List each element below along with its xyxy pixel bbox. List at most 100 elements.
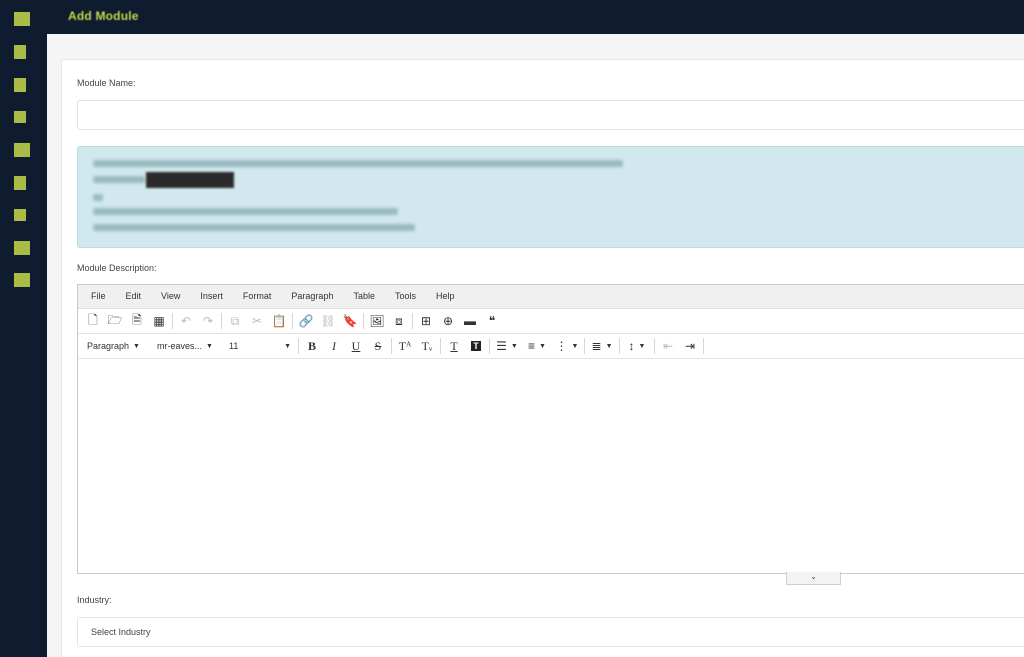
toolbar-divider: [412, 313, 413, 329]
redacted-text-line: [93, 176, 145, 183]
redacted-text-line: [93, 208, 398, 215]
top-bar: Add Module: [47, 0, 1024, 34]
align-icon[interactable]: ≣ ▼: [587, 336, 617, 356]
toolbar-divider: [619, 338, 620, 354]
module-description-label: Module Description:: [77, 263, 157, 273]
editor-toolbar-1: 🗋 🗁 🗎 ▦ ↶ ↷ ⧉ ✂ 📋 🔗 ⛓ 🔖 🖼 ⧈ ⊞ ⊕ ▬ ❝: [78, 309, 1024, 334]
left-sidebar: [0, 0, 47, 657]
background-color-icon[interactable]: T: [465, 336, 487, 356]
blockquote-icon[interactable]: ❝: [481, 311, 503, 331]
menu-insert[interactable]: Insert: [190, 285, 233, 308]
editor-menubar: File Edit View Insert Format Paragraph T…: [78, 285, 1024, 309]
industry-select[interactable]: Select Industry: [77, 617, 1024, 647]
menu-help[interactable]: Help: [426, 285, 465, 308]
chevron-down-icon: ▼: [133, 342, 140, 350]
bold-icon[interactable]: B: [301, 336, 323, 356]
main-content: Module Name: Module Description: File Ed…: [47, 34, 1024, 657]
toolbar-divider: [654, 338, 655, 354]
redacted-text-line: [93, 160, 623, 167]
text-color-icon[interactable]: T: [443, 336, 465, 356]
redo-icon[interactable]: ↷: [197, 311, 219, 331]
copy-icon[interactable]: ⧉: [224, 311, 246, 331]
form-card: Module Name: Module Description: File Ed…: [61, 59, 1024, 657]
font-size-select[interactable]: 11 ▼: [224, 336, 296, 356]
insert-box-icon[interactable]: ⊕: [437, 311, 459, 331]
users-icon[interactable]: [14, 209, 26, 221]
dashboard-icon[interactable]: [14, 12, 30, 26]
document-icon[interactable]: [14, 78, 26, 92]
outdent-icon[interactable]: ⇤: [657, 336, 679, 356]
underline-icon[interactable]: U: [345, 336, 367, 356]
editor-resize-handle[interactable]: ⌄: [786, 572, 841, 585]
table-icon[interactable]: ⊞: [415, 311, 437, 331]
template-icon[interactable]: ▦: [148, 311, 170, 331]
toolbar-divider: [292, 313, 293, 329]
industry-select-value: Select Industry: [91, 627, 151, 637]
menu-tools[interactable]: Tools: [385, 285, 426, 308]
undo-icon[interactable]: ↶: [175, 311, 197, 331]
cut-icon[interactable]: ✂: [246, 311, 268, 331]
chevron-down-icon: ▼: [605, 342, 613, 350]
redacted-block: [146, 172, 234, 188]
chart-icon[interactable]: [14, 111, 26, 123]
bookmark-icon[interactable]: 🔖: [339, 311, 361, 331]
download-icon[interactable]: [14, 176, 26, 190]
link-icon[interactable]: 🔗: [295, 311, 317, 331]
image-icon[interactable]: 🖼: [366, 311, 388, 331]
open-folder-icon[interactable]: 🗁: [104, 311, 126, 331]
editor-content-area[interactable]: [78, 358, 1024, 573]
unlink-icon[interactable]: ⛓: [317, 311, 339, 331]
toolbar-divider: [172, 313, 173, 329]
strikethrough-icon[interactable]: S: [367, 336, 389, 356]
editor-toolbar-2: Paragraph ▼ mr-eaves... ▼ 11 ▼ B I U S Tᴬ T…: [78, 334, 1024, 359]
horizontal-rule-icon[interactable]: ▬: [459, 311, 481, 331]
paste-icon[interactable]: 📋: [268, 311, 290, 331]
warning-icon[interactable]: [14, 143, 30, 157]
menu-format[interactable]: Format: [233, 285, 282, 308]
font-size-value: 11: [229, 341, 239, 351]
redacted-text-line: [93, 224, 415, 231]
menu-file[interactable]: File: [81, 285, 116, 308]
toolbar-divider: [703, 338, 704, 354]
subscript-icon[interactable]: Tᵥ: [416, 336, 438, 356]
preview-icon[interactable]: 🗎: [126, 311, 148, 331]
font-family-value: mr-eaves...: [157, 341, 203, 351]
toolbar-divider: [489, 338, 490, 354]
menu-table[interactable]: Table: [343, 285, 385, 308]
superscript-icon[interactable]: Tᴬ: [394, 336, 416, 356]
menu-edit[interactable]: Edit: [116, 285, 152, 308]
chevron-down-icon: ⌄: [810, 572, 817, 581]
italic-icon[interactable]: I: [323, 336, 345, 356]
font-family-select[interactable]: mr-eaves... ▼: [152, 336, 224, 356]
chevron-down-icon: ▼: [206, 342, 213, 350]
toolbar-divider: [298, 338, 299, 354]
toolbar-divider: [440, 338, 441, 354]
page-title: Add Module: [68, 9, 139, 23]
toolbar-divider: [363, 313, 364, 329]
format-block-select[interactable]: Paragraph ▼: [82, 336, 152, 356]
chevron-down-icon: ▼: [284, 342, 291, 350]
folder-icon[interactable]: [14, 241, 30, 255]
redacted-text-line: [93, 194, 103, 201]
toolbar-divider: [391, 338, 392, 354]
chevron-down-icon: ▼: [539, 342, 546, 350]
indent-icon[interactable]: ⇥: [679, 336, 701, 356]
line-height-icon[interactable]: ↕ ▼: [622, 336, 652, 356]
format-block-value: Paragraph: [87, 341, 130, 351]
module-name-label: Module Name:: [77, 78, 136, 88]
toolbar-divider: [584, 338, 585, 354]
chevron-down-icon: ▼: [571, 342, 579, 350]
chevron-down-icon: ▼: [510, 342, 518, 350]
new-document-icon[interactable]: 🗋: [82, 311, 104, 331]
media-icon[interactable]: ⧈: [388, 311, 410, 331]
numbered-list-icon[interactable]: ≡ ▼: [522, 336, 552, 356]
square-icon[interactable]: [14, 45, 26, 59]
menu-paragraph[interactable]: Paragraph: [281, 285, 343, 308]
briefcase-icon[interactable]: [14, 273, 30, 287]
bullet-list-icon[interactable]: ☰ ▼: [492, 336, 522, 356]
menu-view[interactable]: View: [151, 285, 190, 308]
info-alert: [77, 146, 1024, 248]
outline-list-icon[interactable]: ⋮ ▼: [552, 336, 582, 356]
chevron-down-icon: ▼: [638, 342, 646, 350]
module-name-input[interactable]: [77, 100, 1024, 130]
